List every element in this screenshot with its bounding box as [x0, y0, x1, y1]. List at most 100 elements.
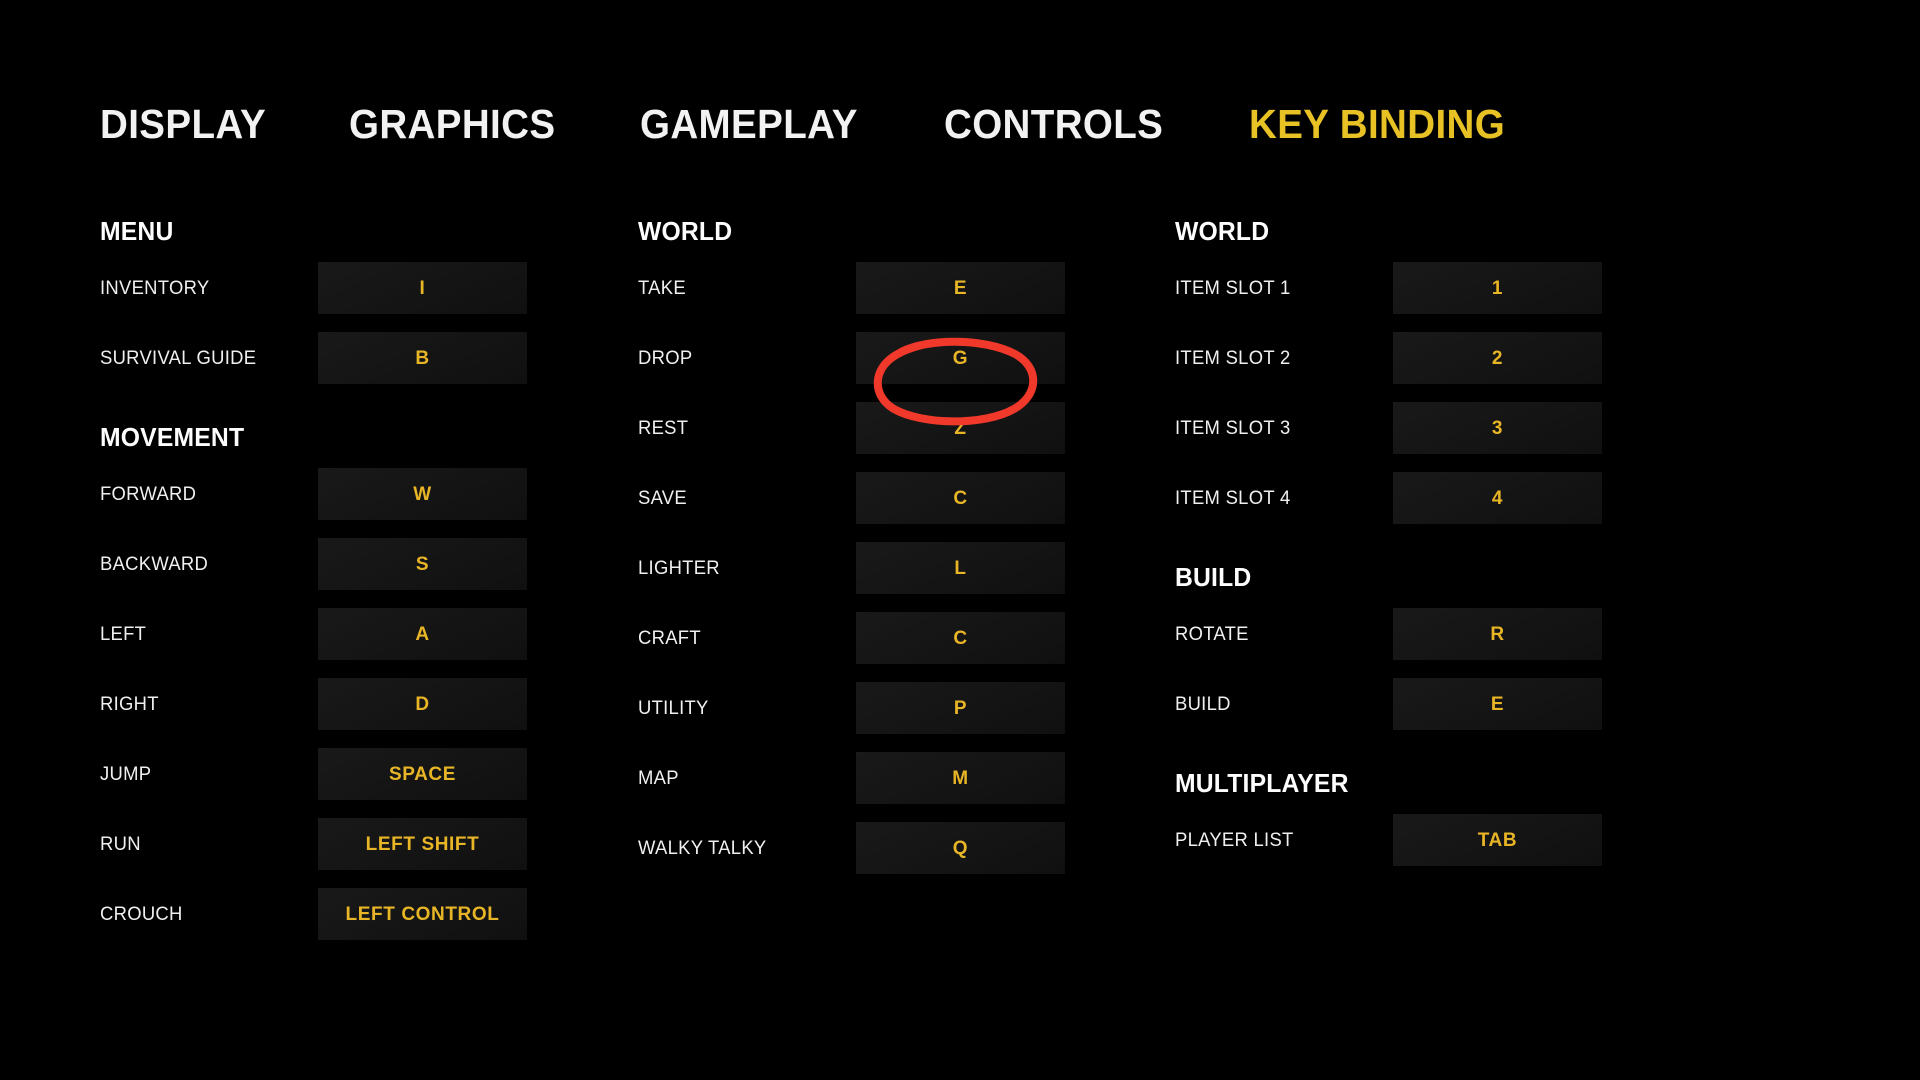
binding-column-1: WORLD TAKE E DROP G REST Z SAVE C LIGHTER L CRAFT C U…: [638, 218, 1068, 874]
section-build: BUILD ROTATE R BUILD E: [1175, 564, 1605, 730]
key-bind-button[interactable]: W: [318, 468, 527, 520]
key-bind-button[interactable]: 4: [1393, 472, 1602, 524]
tab-key-binding[interactable]: KEY BINDING: [1249, 104, 1505, 145]
binding-action-label: MAP: [638, 767, 679, 789]
tab-graphics[interactable]: GRAPHICS: [349, 104, 555, 145]
key-bind-button[interactable]: SPACE: [318, 748, 527, 800]
binding-action-label: ROTATE: [1175, 623, 1249, 645]
key-bind-button[interactable]: 3: [1393, 402, 1602, 454]
key-bind-button[interactable]: D: [318, 678, 527, 730]
binding-action-label: UTILITY: [638, 697, 709, 719]
key-bind-button[interactable]: C: [856, 612, 1065, 664]
key-bind-button[interactable]: E: [1393, 678, 1602, 730]
key-bind-button[interactable]: 2: [1393, 332, 1602, 384]
key-bind-button[interactable]: Q: [856, 822, 1065, 874]
tab-gameplay[interactable]: GAMEPLAY: [640, 104, 858, 145]
binding-action-label: RUN: [100, 833, 141, 855]
key-bind-button[interactable]: C: [856, 472, 1065, 524]
binding-action-label: CROUCH: [100, 903, 183, 925]
binding-action-label: SURVIVAL GUIDE: [100, 347, 257, 369]
key-bind-button[interactable]: G: [856, 332, 1065, 384]
binding-action-label: TAKE: [638, 277, 686, 299]
key-bind-value: D: [415, 693, 430, 715]
section-title: MOVEMENT: [100, 422, 245, 452]
binding-row: CROUCH LEFT CONTROL: [100, 888, 530, 940]
key-bind-value: R: [1490, 623, 1505, 645]
section-title: BUILD: [1175, 562, 1252, 592]
key-bind-button[interactable]: L: [856, 542, 1065, 594]
key-bind-button[interactable]: 1: [1393, 262, 1602, 314]
key-bind-value: Z: [954, 417, 967, 439]
key-bind-button[interactable]: A: [318, 608, 527, 660]
binding-row: RIGHT D: [100, 678, 530, 730]
binding-row: JUMP SPACE: [100, 748, 530, 800]
binding-row: ITEM SLOT 3 3: [1175, 402, 1605, 454]
binding-row: DROP G: [638, 332, 1068, 384]
section-title: WORLD: [1175, 216, 1270, 246]
binding-row: PLAYER LIST TAB: [1175, 814, 1605, 866]
section-title: WORLD: [638, 216, 733, 246]
section-title: MENU: [100, 216, 174, 246]
key-bind-button[interactable]: E: [856, 262, 1065, 314]
section-menu: MENU INVENTORY I SURVIVAL GUIDE B: [100, 218, 530, 384]
binding-row: SURVIVAL GUIDE B: [100, 332, 530, 384]
section-title: MULTIPLAYER: [1175, 768, 1349, 798]
tab-display[interactable]: DISPLAY: [100, 104, 266, 145]
key-bind-value: LEFT CONTROL: [345, 903, 500, 925]
binding-action-label: LEFT: [100, 623, 147, 645]
key-bind-value: E: [953, 277, 968, 299]
key-bind-value: 2: [1491, 347, 1504, 369]
key-bind-value: S: [415, 553, 430, 575]
binding-row: WALKY TALKY Q: [638, 822, 1068, 874]
key-bind-button[interactable]: TAB: [1393, 814, 1602, 866]
key-bind-value: E: [1490, 693, 1505, 715]
binding-row: ROTATE R: [1175, 608, 1605, 660]
key-bind-value: I: [419, 277, 426, 299]
binding-action-label: ITEM SLOT 1: [1175, 277, 1291, 299]
key-bind-button[interactable]: LEFT SHIFT: [318, 818, 527, 870]
section-world: WORLD TAKE E DROP G REST Z SAVE C LIGHTER L CRAFT C U…: [638, 218, 1068, 874]
key-bind-button[interactable]: R: [1393, 608, 1602, 660]
binding-row: LIGHTER L: [638, 542, 1068, 594]
binding-action-label: BACKWARD: [100, 553, 209, 575]
key-bind-button[interactable]: S: [318, 538, 527, 590]
key-bind-button[interactable]: M: [856, 752, 1065, 804]
key-bind-value: P: [953, 697, 968, 719]
key-bind-value: TAB: [1477, 829, 1518, 851]
key-bind-button[interactable]: I: [318, 262, 527, 314]
key-bind-value: Q: [952, 837, 969, 859]
tab-controls[interactable]: CONTROLS: [944, 104, 1163, 145]
key-bind-button[interactable]: LEFT CONTROL: [318, 888, 527, 940]
binding-action-label: FORWARD: [100, 483, 197, 505]
binding-action-label: ITEM SLOT 3: [1175, 417, 1291, 439]
binding-action-label: INVENTORY: [100, 277, 210, 299]
binding-row: BUILD E: [1175, 678, 1605, 730]
binding-row: INVENTORY I: [100, 262, 530, 314]
binding-column-2: WORLD ITEM SLOT 1 1 ITEM SLOT 2 2 ITEM SLOT 3…: [1175, 218, 1605, 866]
key-bind-value: C: [953, 627, 968, 649]
binding-action-label: ITEM SLOT 4: [1175, 487, 1291, 509]
key-bind-button[interactable]: Z: [856, 402, 1065, 454]
binding-row: REST Z: [638, 402, 1068, 454]
section-world: WORLD ITEM SLOT 1 1 ITEM SLOT 2 2 ITEM SLOT 3…: [1175, 218, 1605, 524]
section-multiplayer: MULTIPLAYER PLAYER LIST TAB: [1175, 770, 1605, 866]
binding-action-label: JUMP: [100, 763, 152, 785]
key-bind-value: 1: [1491, 277, 1504, 299]
binding-action-label: CRAFT: [638, 627, 701, 649]
key-bind-button[interactable]: P: [856, 682, 1065, 734]
binding-row: LEFT A: [100, 608, 530, 660]
key-bind-value: LEFT SHIFT: [365, 833, 480, 855]
binding-action-label: BUILD: [1175, 693, 1231, 715]
key-bind-value: M: [952, 767, 969, 789]
binding-action-label: WALKY TALKY: [638, 837, 767, 859]
binding-action-label: LIGHTER: [638, 557, 720, 579]
binding-row: CRAFT C: [638, 612, 1068, 664]
binding-action-label: SAVE: [638, 487, 687, 509]
key-bind-value: 3: [1491, 417, 1504, 439]
key-bind-value: A: [415, 623, 430, 645]
binding-action-label: REST: [638, 417, 689, 439]
binding-row: TAKE E: [638, 262, 1068, 314]
binding-row: FORWARD W: [100, 468, 530, 520]
binding-row: UTILITY P: [638, 682, 1068, 734]
key-bind-button[interactable]: B: [318, 332, 527, 384]
